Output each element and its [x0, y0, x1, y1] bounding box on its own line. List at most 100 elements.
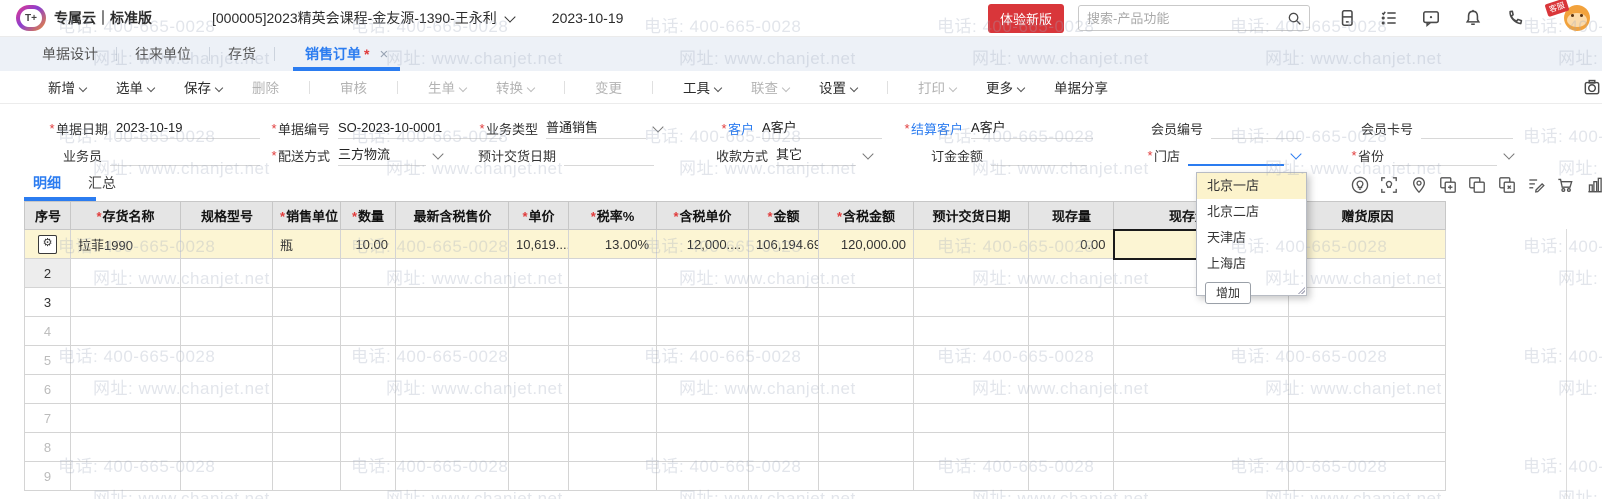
message-icon[interactable] [1421, 8, 1441, 28]
grid-cell[interactable]: 拉菲1990 [70, 229, 181, 259]
add-store-button[interactable]: 增加 [1205, 282, 1252, 304]
row-number-cell[interactable]: 6 [24, 374, 71, 404]
grid-cell[interactable] [1288, 287, 1446, 317]
grid-cell[interactable] [180, 229, 273, 259]
col-header-tax-price[interactable]: *含税单价 [656, 201, 749, 230]
field-expected-delivery-date[interactable]: 预计交货日期 [470, 143, 654, 167]
grid-cell[interactable] [568, 374, 657, 404]
grid-cell[interactable] [272, 461, 341, 491]
dropdown-option[interactable]: 天津店 [1197, 225, 1306, 251]
grid-cell[interactable] [818, 461, 914, 491]
col-header-gift-reason[interactable]: 赠货原因 [1288, 201, 1446, 230]
grid-cell[interactable] [818, 403, 914, 433]
grid-cell[interactable] [340, 316, 396, 346]
grid-cell[interactable] [913, 258, 1029, 288]
grid-cell[interactable] [272, 258, 341, 288]
account-switcher[interactable]: [000005]2023精英会课程-金友源-1390-王永利 [212, 8, 516, 28]
grid-cell[interactable] [70, 374, 181, 404]
grid-cell[interactable] [818, 345, 914, 375]
col-header-sales-unit[interactable]: *销售单位 [272, 201, 341, 230]
settle-customer-link[interactable]: 结算客户 [911, 119, 963, 138]
field-delivery-method[interactable]: * 配送方式 三方物流 [270, 143, 444, 167]
grid-cell[interactable] [1288, 403, 1446, 433]
grid-cell[interactable] [70, 258, 181, 288]
col-header-qty[interactable]: *数量 [340, 201, 396, 230]
convert-button[interactable]: 转换 [496, 77, 534, 97]
field-deposit-amount[interactable]: 订金金额 [923, 143, 1087, 167]
grid-cell[interactable] [656, 403, 749, 433]
grid-cell[interactable] [568, 403, 657, 433]
row-number-cell[interactable]: 9 [24, 461, 71, 491]
grid-cell[interactable] [656, 461, 749, 491]
tab-summary[interactable]: 汇总 [88, 173, 116, 193]
grid-cell[interactable] [272, 316, 341, 346]
search-input[interactable] [1085, 9, 1286, 27]
bulb-circle-icon[interactable] [1350, 175, 1370, 195]
grid-cell[interactable] [748, 345, 819, 375]
grid-cell[interactable] [1113, 403, 1289, 433]
field-payment-method[interactable]: 收款方式 其它 [708, 143, 874, 167]
grid-cell[interactable] [1288, 461, 1446, 491]
grid-cell[interactable] [395, 287, 509, 317]
grid-cell[interactable] [1288, 374, 1446, 404]
row-number-cell[interactable]: ⚙ [24, 229, 71, 259]
grid-cell[interactable] [1028, 461, 1114, 491]
grid-cell[interactable]: 12,000.... [656, 229, 749, 259]
grid-cell[interactable] [1113, 345, 1289, 375]
phone-icon[interactable] [1505, 8, 1525, 28]
grid-cell[interactable] [70, 403, 181, 433]
grid-cell[interactable] [70, 316, 181, 346]
grid-cell[interactable] [180, 258, 273, 288]
grid-cell[interactable] [913, 229, 1029, 259]
grid-cell[interactable] [508, 403, 569, 433]
grid-cell[interactable] [395, 316, 509, 346]
grid-cell[interactable] [913, 432, 1029, 462]
grid-cell[interactable] [818, 316, 914, 346]
grid-cell[interactable] [568, 432, 657, 462]
new-button[interactable]: 新增 [48, 77, 86, 97]
grid-cell[interactable] [395, 461, 509, 491]
field-member-number[interactable]: 会员编号 [1143, 116, 1301, 140]
col-header-tax-rate[interactable]: *税率% [568, 201, 657, 230]
delete-button[interactable]: 删除 [252, 77, 279, 97]
grid-cell[interactable] [818, 287, 914, 317]
grid-cell[interactable] [70, 461, 181, 491]
field-settle-customer[interactable]: * 结算客户 A客户 [903, 116, 1093, 140]
grid-cell[interactable] [180, 432, 273, 462]
grid-cell[interactable] [340, 258, 396, 288]
chevron-down-icon[interactable] [432, 147, 444, 160]
copy-icon[interactable] [1467, 175, 1487, 195]
mobile-icon[interactable] [1337, 8, 1357, 28]
grid-cell[interactable] [656, 287, 749, 317]
grid-cell[interactable] [1113, 432, 1289, 462]
grid-cell[interactable] [180, 316, 273, 346]
settings-button[interactable]: 设置 [819, 77, 857, 97]
row-number-cell[interactable]: 3 [24, 287, 71, 317]
grid-cell[interactable] [272, 287, 341, 317]
grid-cell[interactable] [1288, 258, 1446, 288]
grid-cell[interactable] [70, 432, 181, 462]
grid-cell[interactable] [180, 461, 273, 491]
col-header-amount[interactable]: *金额 [748, 201, 819, 230]
grid-cell[interactable] [748, 374, 819, 404]
grid-cell[interactable] [340, 287, 396, 317]
grid-cell[interactable] [913, 345, 1029, 375]
grid-cell[interactable] [395, 258, 509, 288]
close-icon[interactable]: × [379, 46, 388, 63]
try-new-version-button[interactable]: 体验新版 [987, 3, 1064, 33]
cart-icon[interactable] [1555, 175, 1575, 195]
grid-cell[interactable] [1028, 316, 1114, 346]
grid-cell[interactable] [508, 432, 569, 462]
field-store[interactable]: * 门店 [1146, 143, 1302, 167]
grid-cell[interactable] [748, 258, 819, 288]
tab-inventory[interactable]: 存货 [210, 37, 274, 71]
bulb-scan-icon[interactable] [1379, 175, 1399, 195]
grid-cell[interactable] [395, 432, 509, 462]
camera-icon[interactable] [1582, 77, 1602, 97]
grid-cell[interactable] [818, 258, 914, 288]
edit-note-icon[interactable] [1526, 175, 1546, 195]
grid-cell[interactable] [1113, 461, 1289, 491]
grid-cell[interactable] [818, 432, 914, 462]
row-number-cell[interactable]: 7 [24, 403, 71, 433]
grid-cell[interactable] [1028, 403, 1114, 433]
